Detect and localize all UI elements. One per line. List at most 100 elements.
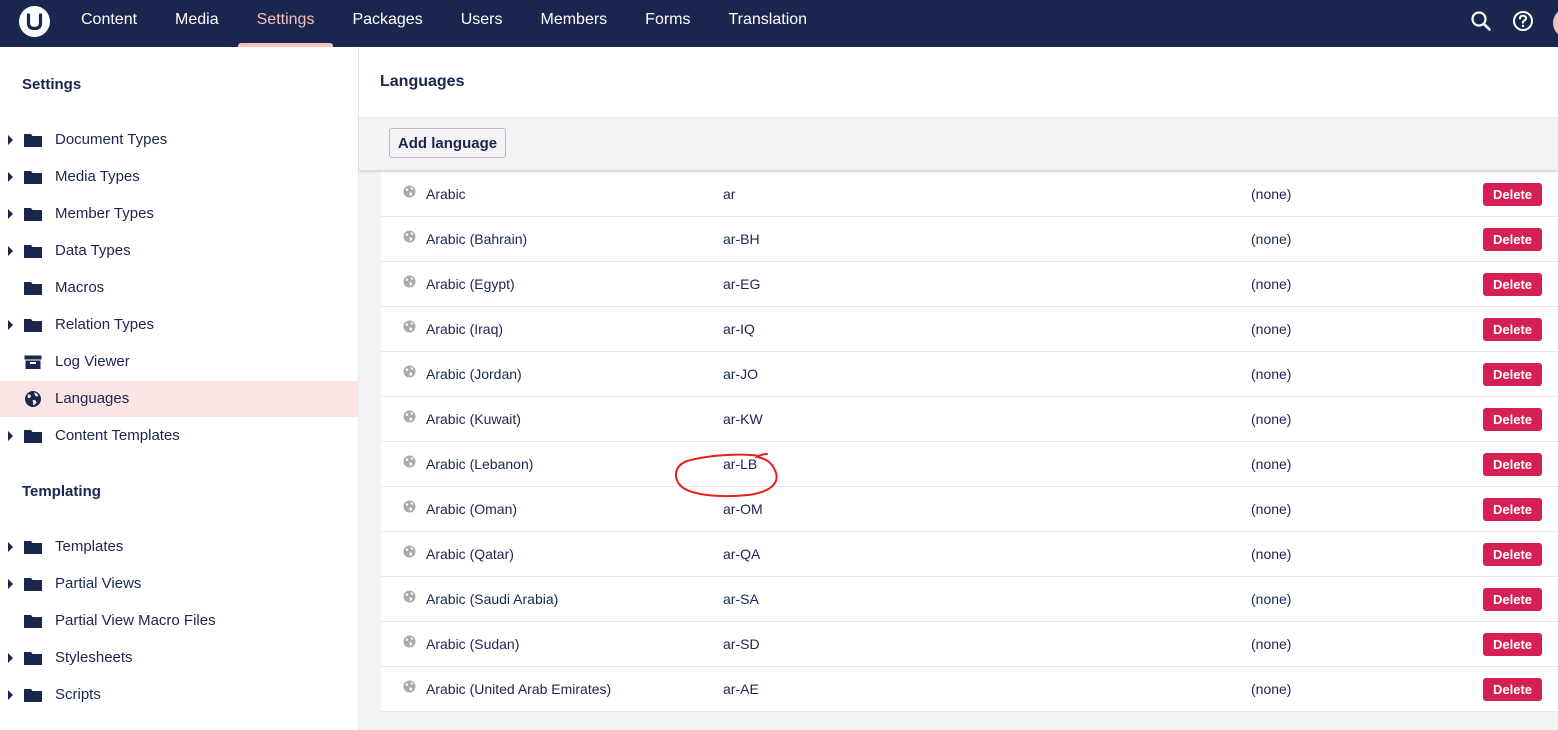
language-name[interactable]: Arabic (Iraq) (426, 321, 503, 337)
delete-button[interactable]: Delete (1483, 408, 1542, 431)
sidebar-item-media-types[interactable]: Media Types (0, 159, 358, 195)
nav-packages[interactable]: Packages (333, 0, 441, 47)
expand-caret-icon[interactable] (8, 579, 13, 589)
language-iso-code: ar-KW (723, 411, 763, 427)
nav-users[interactable]: Users (442, 0, 522, 47)
delete-button[interactable]: Delete (1483, 633, 1542, 656)
language-fallback: (none) (1251, 411, 1292, 427)
delete-button[interactable]: Delete (1483, 183, 1542, 206)
section-nav: Content Media Settings Packages Users Me… (62, 0, 826, 47)
language-name[interactable]: Arabic (Bahrain) (426, 231, 527, 247)
language-name[interactable]: Arabic (426, 186, 466, 202)
table-row[interactable]: Arabic (Qatar) ar-QA (none) Delete (381, 532, 1558, 577)
language-name[interactable]: Arabic (Jordan) (426, 366, 522, 382)
sidebar-item-log-viewer[interactable]: Log Viewer (0, 344, 358, 380)
globe-icon (403, 635, 416, 648)
language-name[interactable]: Arabic (Kuwait) (426, 411, 521, 427)
sidebar-heading-templating: Templating (22, 483, 101, 500)
language-name[interactable]: Arabic (Oman) (426, 501, 517, 517)
sidebar-item-data-types[interactable]: Data Types (0, 233, 358, 269)
language-iso-code: ar-IQ (723, 321, 755, 337)
nav-forms[interactable]: Forms (626, 0, 709, 47)
sidebar-item-scripts[interactable]: Scripts (0, 677, 358, 713)
table-row[interactable]: Arabic (Egypt) ar-EG (none) Delete (381, 262, 1558, 307)
table-row[interactable]: Arabic ar (none) Delete (381, 172, 1558, 217)
language-iso-code: ar-SA (723, 591, 759, 607)
folder-icon (24, 541, 42, 554)
sidebar-item-macros[interactable]: Macros (0, 270, 358, 306)
sidebar-item-templates[interactable]: Templates (0, 529, 358, 565)
table-row[interactable]: Arabic (Bahrain) ar-BH (none) Delete (381, 217, 1558, 262)
search-icon[interactable] (1470, 10, 1492, 32)
user-avatar[interactable] (1553, 8, 1558, 38)
nav-translation[interactable]: Translation (710, 0, 827, 47)
table-row[interactable]: Arabic (Jordan) ar-JO (none) Delete (381, 352, 1558, 397)
sidebar-item-languages[interactable]: Languages (0, 381, 358, 417)
nav-media[interactable]: Media (156, 0, 238, 47)
panel-header: Languages (359, 47, 1558, 118)
sidebar-item-label: Log Viewer (55, 353, 130, 370)
sidebar-item-document-types[interactable]: Document Types (0, 122, 358, 158)
table-row[interactable]: Arabic (Lebanon) ar-LB (none) Delete (381, 442, 1558, 487)
expand-caret-icon[interactable] (8, 172, 13, 182)
table-row[interactable]: Arabic (United Arab Emirates) ar-AE (non… (381, 667, 1558, 712)
help-icon[interactable] (1512, 10, 1534, 32)
language-name[interactable]: Arabic (Saudi Arabia) (426, 591, 558, 607)
page-title: Languages (380, 73, 465, 90)
delete-button[interactable]: Delete (1483, 228, 1542, 251)
sidebar-item-partial-views[interactable]: Partial Views (0, 566, 358, 602)
language-fallback: (none) (1251, 681, 1292, 697)
sidebar-item-stylesheets[interactable]: Stylesheets (0, 640, 358, 676)
delete-button[interactable]: Delete (1483, 678, 1542, 701)
nav-content[interactable]: Content (62, 0, 156, 47)
delete-button[interactable]: Delete (1483, 453, 1542, 476)
sidebar-item-partial-view-macro-files[interactable]: Partial View Macro Files (0, 603, 358, 639)
nav-settings[interactable]: Settings (237, 0, 334, 47)
umbraco-logo-icon[interactable] (19, 6, 50, 37)
sidebar-item-member-types[interactable]: Member Types (0, 196, 358, 232)
globe-icon (403, 500, 416, 513)
table-row[interactable]: Arabic (Sudan) ar-SD (none) Delete (381, 622, 1558, 667)
delete-button[interactable]: Delete (1483, 363, 1542, 386)
sidebar-item-content-templates[interactable]: Content Templates (0, 418, 358, 454)
expand-caret-icon[interactable] (8, 431, 13, 441)
expand-caret-icon[interactable] (8, 542, 13, 552)
expand-caret-icon[interactable] (8, 653, 13, 663)
delete-button[interactable]: Delete (1483, 318, 1542, 341)
globe-icon (403, 455, 416, 468)
table-row[interactable]: Arabic (Oman) ar-OM (none) Delete (381, 487, 1558, 532)
folder-icon (24, 652, 42, 665)
globe-icon (403, 410, 416, 423)
expand-caret-icon[interactable] (8, 690, 13, 700)
expand-caret-icon[interactable] (8, 209, 13, 219)
add-language-button[interactable]: Add language (389, 128, 506, 158)
sidebar-item-relation-types[interactable]: Relation Types (0, 307, 358, 343)
expand-caret-icon[interactable] (8, 320, 13, 330)
expand-caret-icon[interactable] (8, 246, 13, 256)
delete-button[interactable]: Delete (1483, 588, 1542, 611)
table-row[interactable]: Arabic (Iraq) ar-IQ (none) Delete (381, 307, 1558, 352)
language-name[interactable]: Arabic (Qatar) (426, 546, 514, 562)
expand-caret-icon[interactable] (8, 135, 13, 145)
languages-panel: Languages Add language Arabic ar (none) … (359, 47, 1558, 730)
folder-icon (24, 615, 42, 628)
folder-icon (24, 430, 42, 443)
table-row[interactable]: Arabic (Saudi Arabia) ar-SA (none) Delet… (381, 577, 1558, 622)
table-row[interactable]: Arabic (Kuwait) ar-KW (none) Delete (381, 397, 1558, 442)
language-name[interactable]: Arabic (United Arab Emirates) (426, 681, 611, 697)
language-iso-code: ar-QA (723, 546, 761, 562)
sidebar-item-label: Stylesheets (55, 649, 133, 666)
language-fallback: (none) (1251, 276, 1292, 292)
nav-members[interactable]: Members (521, 0, 626, 47)
language-iso-code: ar-EG (723, 276, 761, 292)
folder-icon (24, 319, 42, 332)
delete-button[interactable]: Delete (1483, 543, 1542, 566)
globe-icon (403, 230, 416, 243)
language-name[interactable]: Arabic (Egypt) (426, 276, 515, 292)
globe-icon (403, 590, 416, 603)
language-name[interactable]: Arabic (Lebanon) (426, 456, 533, 472)
delete-button[interactable]: Delete (1483, 273, 1542, 296)
language-name[interactable]: Arabic (Sudan) (426, 636, 519, 652)
globe-icon (403, 185, 416, 198)
delete-button[interactable]: Delete (1483, 498, 1542, 521)
